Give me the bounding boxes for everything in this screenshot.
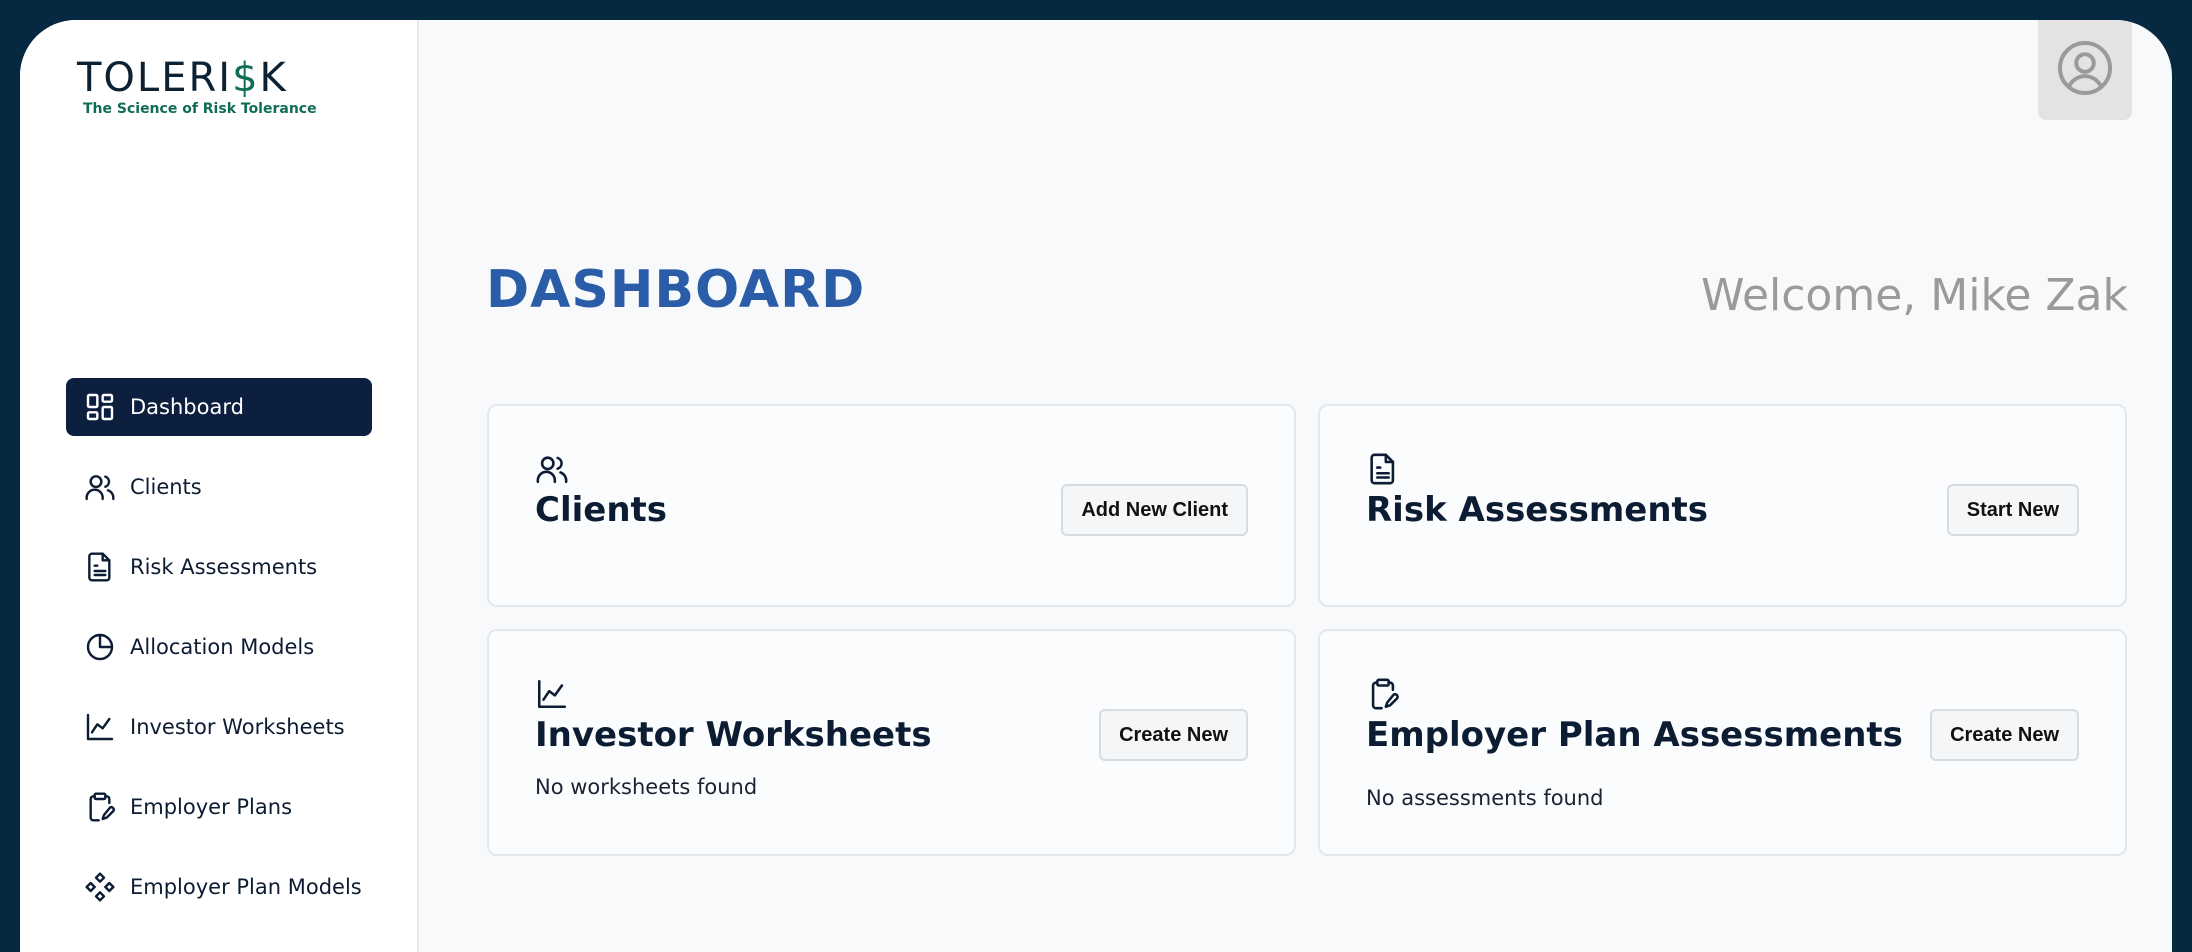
clipboard-edit-icon [84, 791, 116, 823]
sidebar-item-allocation-models[interactable]: Allocation Models [66, 618, 372, 676]
sidebar-item-label: Risk Assessments [130, 555, 318, 579]
users-icon [535, 452, 569, 486]
logo-text-pre: TOLERI [77, 55, 233, 101]
dashboard-icon [84, 391, 116, 423]
sidebar-item-dashboard[interactable]: Dashboard [66, 378, 372, 436]
sidebar-item-label: Clients [130, 475, 202, 499]
clipboard-edit-icon [1366, 677, 1400, 711]
employer-plan-assessments-card-title: Employer Plan Assessments [1366, 715, 1903, 755]
sidebar-item-label: Dashboard [130, 395, 244, 419]
page-title: DASHBOARD [486, 260, 866, 320]
line-chart-icon [84, 711, 116, 743]
sidebar-item-investor-worksheets[interactable]: Investor Worksheets [66, 698, 372, 756]
empty-state-text: No assessments found [1366, 786, 1604, 810]
line-chart-icon [535, 677, 569, 711]
sidebar-item-clients[interactable]: Clients [66, 458, 372, 516]
pie-chart-icon [84, 631, 116, 663]
employer-plan-assessments-card: Employer Plan Assessments No assessments… [1318, 629, 2127, 856]
user-circle-icon [2055, 38, 2115, 102]
risk-assessments-card-title: Risk Assessments [1366, 490, 1709, 530]
user-avatar-button[interactable] [2038, 20, 2132, 120]
start-new-button[interactable]: Start New [1946, 484, 2079, 536]
sidebar-item-label: Employer Plan Models [130, 875, 362, 899]
add-new-client-button[interactable]: Add New Client [1061, 484, 1248, 536]
window-frame: TOLERI$K The Science of Risk Tolerance D… [0, 0, 2192, 952]
clients-card: Clients Add New Client [487, 404, 1296, 607]
sidebar: TOLERI$K The Science of Risk Tolerance D… [20, 20, 419, 952]
create-new-worksheet-button[interactable]: Create New [1099, 709, 1248, 761]
app-window: TOLERI$K The Science of Risk Tolerance D… [20, 20, 2172, 952]
clients-card-title: Clients [535, 490, 668, 530]
welcome-message: Welcome, Mike Zak [1701, 270, 2128, 321]
sidebar-nav: Dashboard Clients Risk Assessments Alloc… [66, 378, 372, 938]
document-icon [84, 551, 116, 583]
sidebar-item-risk-assessments[interactable]: Risk Assessments [66, 538, 372, 596]
sidebar-item-label: Employer Plans [130, 795, 293, 819]
users-icon [84, 471, 116, 503]
risk-assessments-card: Risk Assessments Start New [1318, 404, 2127, 607]
empty-state-text: No worksheets found [535, 775, 758, 799]
sidebar-item-employer-plan-models[interactable]: Employer Plan Models [66, 858, 372, 916]
component-icon [84, 871, 116, 903]
sidebar-item-employer-plans[interactable]: Employer Plans [66, 778, 372, 836]
sidebar-item-label: Investor Worksheets [130, 715, 345, 739]
logo-dollar: $ [232, 55, 260, 101]
logo-tagline: The Science of Risk Tolerance [83, 101, 317, 117]
investor-worksheets-card: Investor Worksheets No worksheets found … [487, 629, 1296, 856]
create-new-assessment-button[interactable]: Create New [1930, 709, 2079, 761]
logo[interactable]: TOLERI$K The Science of Risk Tolerance [77, 56, 317, 117]
document-icon [1366, 452, 1400, 486]
sidebar-item-label: Allocation Models [130, 635, 315, 659]
logo-wordmark: TOLERI$K [77, 56, 317, 100]
logo-text-post: K [259, 55, 288, 101]
investor-worksheets-card-title: Investor Worksheets [535, 715, 932, 755]
